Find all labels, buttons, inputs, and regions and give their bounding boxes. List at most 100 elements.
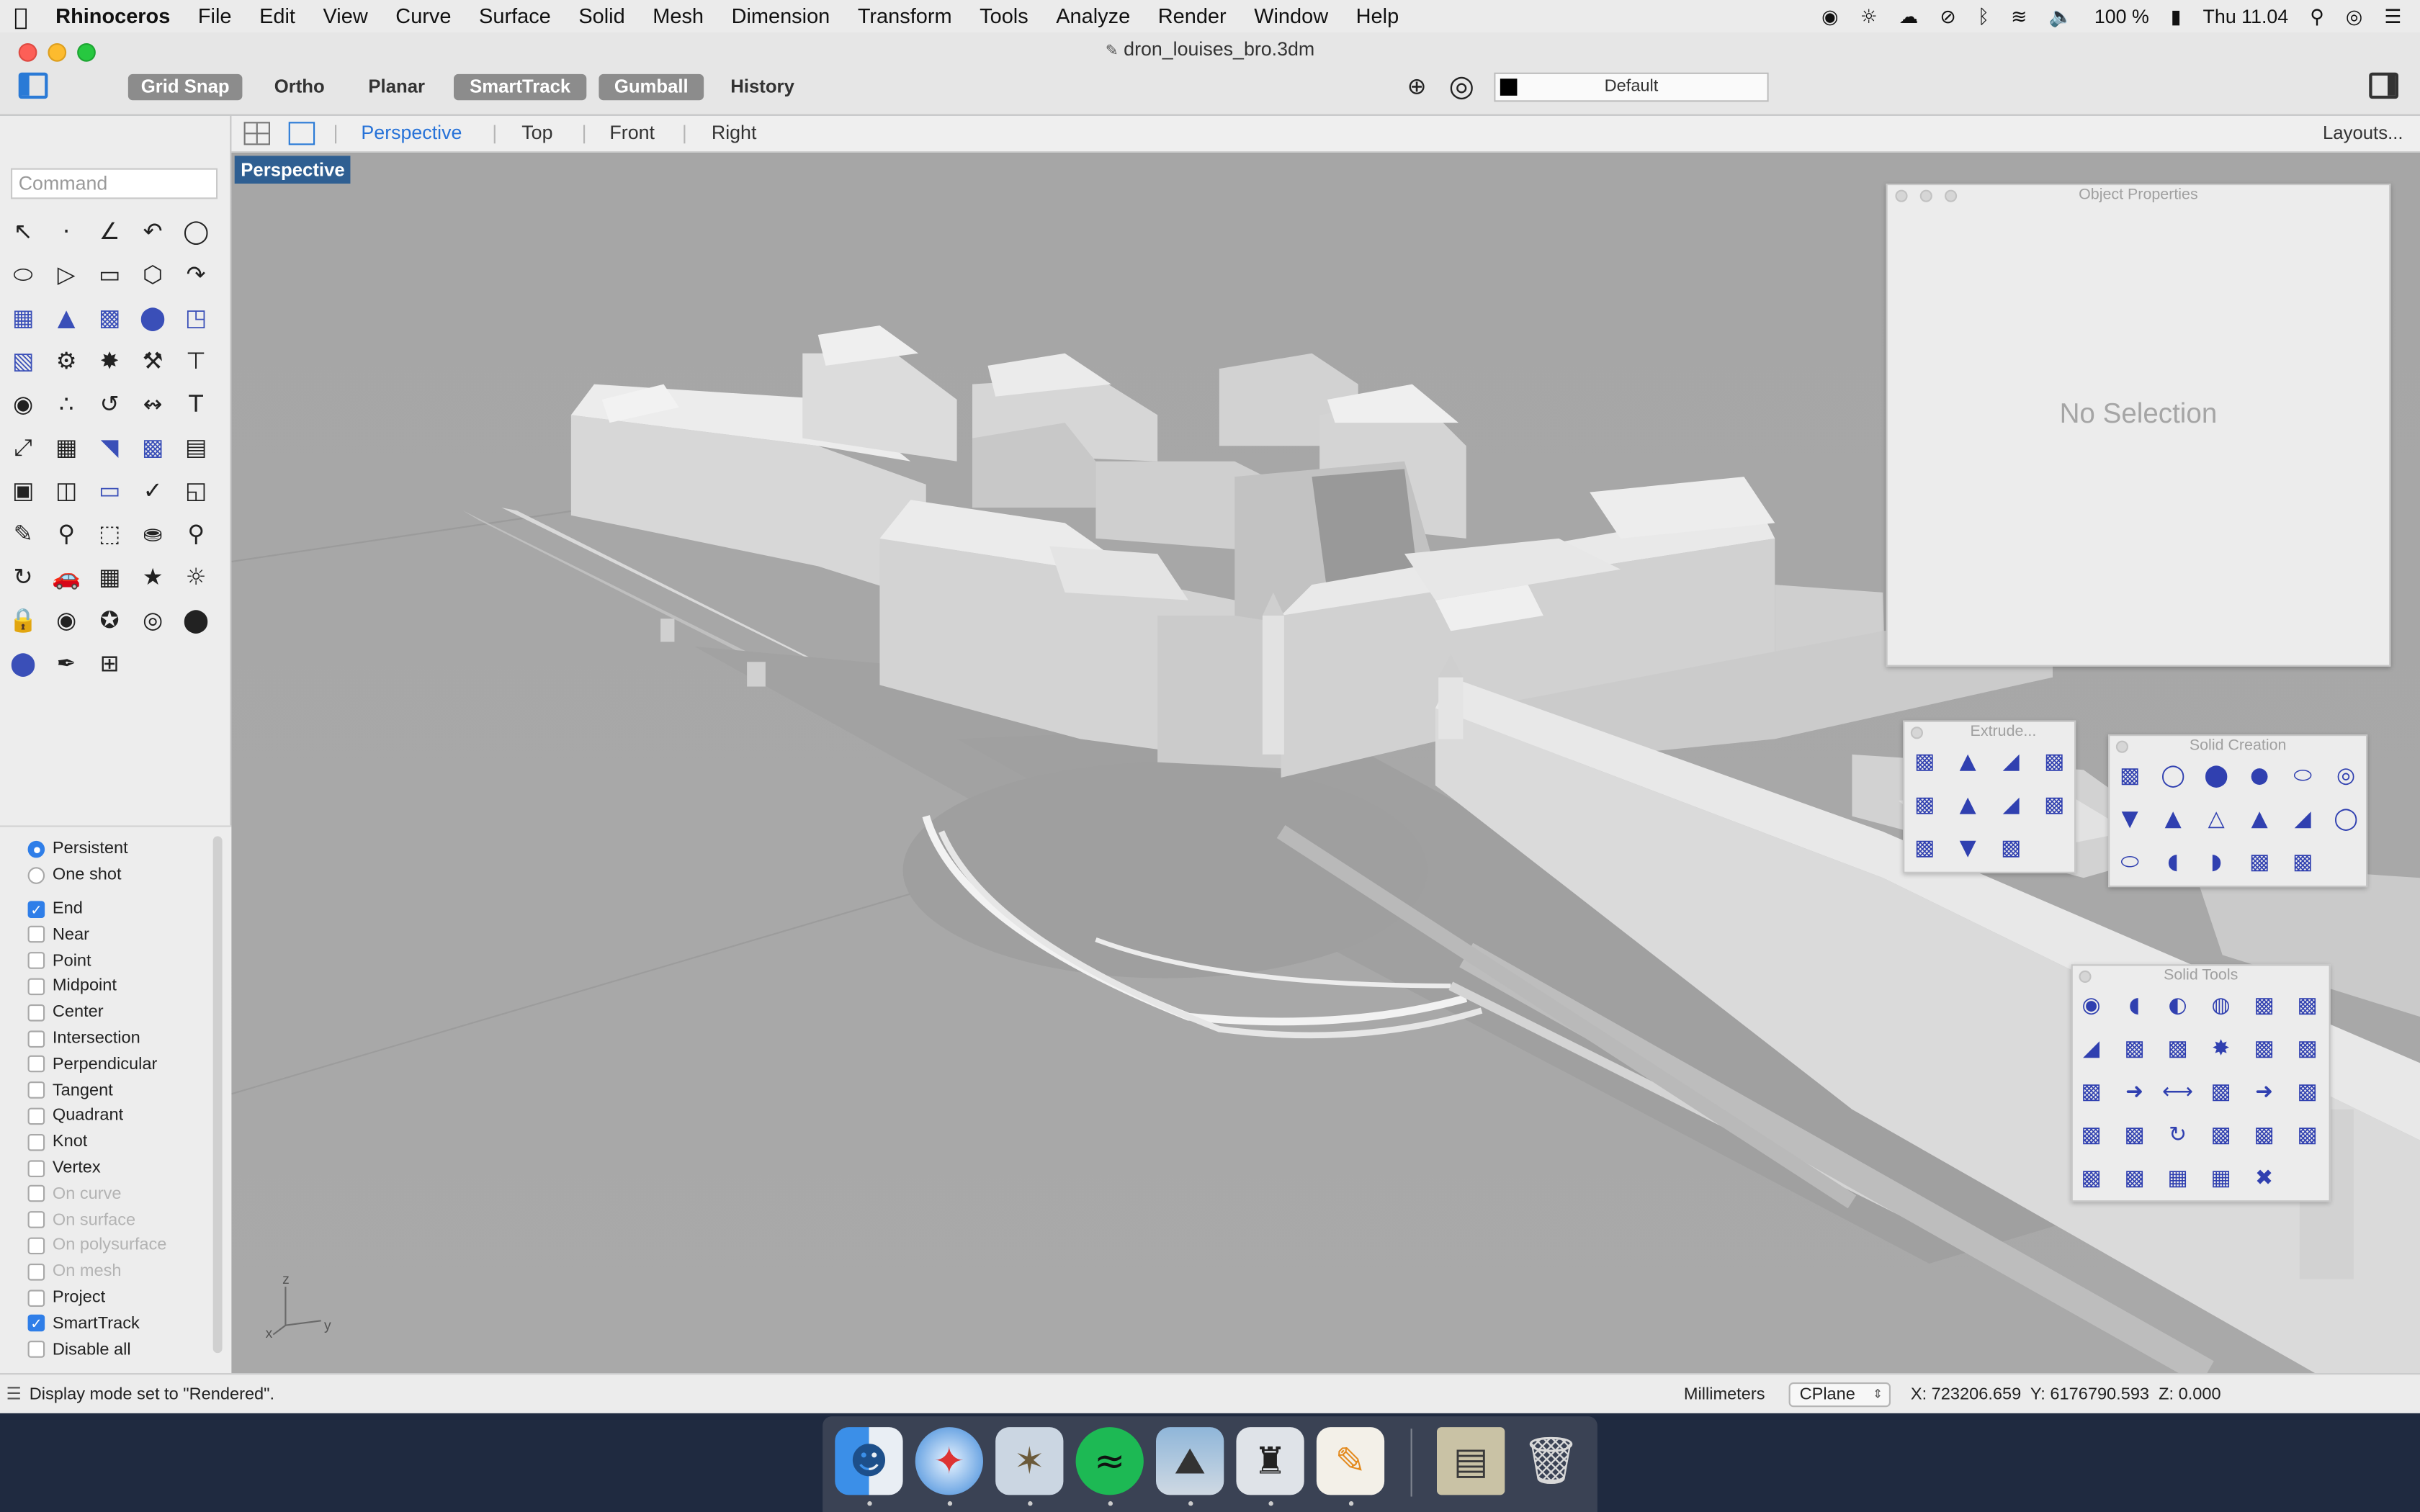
sphere-solid-icon[interactable]: ⬤ xyxy=(2200,759,2233,793)
cylinder-solid-icon[interactable]: ◯ xyxy=(2156,759,2190,793)
wedge-icon[interactable]: ◢ xyxy=(2286,802,2320,836)
radio-button[interactable] xyxy=(27,840,45,858)
text-icon[interactable]: T xyxy=(177,386,214,423)
move-face-icon[interactable]: ▩ xyxy=(2247,1032,2281,1066)
cplane-selector[interactable]: CPlane ⇕ xyxy=(1788,1382,1891,1408)
dictation-icon[interactable]: ◉ xyxy=(1821,4,1838,27)
remove-hole-icon[interactable]: ▩ xyxy=(2204,1119,2238,1153)
car-icon[interactable]: 🚗 xyxy=(48,559,84,595)
command-history-icon[interactable]: ☰ xyxy=(6,1384,22,1404)
menu-curve[interactable]: Curve xyxy=(382,4,465,27)
panel-zoom-button[interactable] xyxy=(1945,189,1958,202)
finder-icon[interactable]: ☻ xyxy=(835,1427,903,1495)
notification-center-icon[interactable]: ☰ xyxy=(2384,4,2401,27)
panel-close-button[interactable] xyxy=(2115,740,2128,753)
checkbox[interactable] xyxy=(27,1004,45,1021)
scale-icon[interactable]: ⤢ xyxy=(4,429,41,466)
polygon-tool-icon[interactable]: ▷ xyxy=(48,256,84,293)
rotate-hole-icon[interactable]: ▩ xyxy=(2118,1162,2151,1196)
menu-analyze[interactable]: Analyze xyxy=(1042,4,1144,27)
slab-tool-icon[interactable]: ▩ xyxy=(2074,1076,2108,1110)
osnap-end[interactable]: ✓ End xyxy=(27,896,83,921)
boolean-split-icon[interactable]: ◍ xyxy=(2204,989,2238,1023)
viewport-title-label[interactable]: Perspective xyxy=(234,156,351,184)
checkbox[interactable] xyxy=(27,952,45,969)
osnap-mode-persistent[interactable]: Persistent xyxy=(27,836,128,860)
search-icon[interactable]: ⚲ xyxy=(177,516,214,552)
menu-solid[interactable]: Solid xyxy=(565,4,639,27)
sidebar-toggle-right-icon[interactable] xyxy=(2369,72,2398,99)
osnap-mode-one-shot[interactable]: One shot xyxy=(27,863,122,887)
pages-icon[interactable]: ✎ xyxy=(1316,1427,1385,1495)
move-edge-icon[interactable]: ▩ xyxy=(2290,1032,2324,1066)
rhinoceros-icon[interactable]: ♜ xyxy=(1236,1427,1304,1495)
light-icon[interactable]: ☼ xyxy=(177,559,214,595)
create-solid-icon[interactable]: ▩ xyxy=(2074,1119,2108,1153)
menu-surface[interactable]: Surface xyxy=(465,4,565,27)
curve-icon[interactable]: ↶ xyxy=(134,213,171,250)
extrude-curve-solid-icon[interactable]: ▩ xyxy=(2038,788,2071,822)
slab-icon[interactable]: ▩ xyxy=(2286,845,2320,879)
fillet-curve-icon[interactable]: ↷ xyxy=(177,256,214,293)
ortho-button[interactable]: Ortho xyxy=(262,74,336,100)
menu-file[interactable]: File xyxy=(184,4,246,27)
group-icon[interactable]: ∴ xyxy=(48,386,84,423)
extrude-icon[interactable]: ▲ xyxy=(48,300,84,336)
osnap-knot[interactable]: Knot xyxy=(27,1130,87,1154)
ellipsoid-icon[interactable]: ● xyxy=(2243,759,2277,793)
menu-app-name[interactable]: Rhinoceros xyxy=(42,4,184,27)
dimension-icon[interactable]: ★ xyxy=(134,559,171,595)
boolean-union-icon[interactable]: ◉ xyxy=(4,386,41,423)
explode-faces-icon[interactable]: ✸ xyxy=(2204,1032,2238,1066)
array-icon[interactable]: ▦ xyxy=(48,429,84,466)
layer-selector[interactable]: Default xyxy=(1494,72,1769,102)
terrain-icon[interactable]: ▦ xyxy=(91,559,127,595)
cone-icon[interactable]: ▲ xyxy=(2156,802,2190,836)
menu-tools[interactable]: Tools xyxy=(966,4,1042,27)
extrude-face-icon[interactable]: ▩ xyxy=(2204,1076,2238,1110)
lock-icon[interactable]: 🔒 xyxy=(4,602,41,639)
checkbox[interactable] xyxy=(27,1289,45,1306)
zoom-window-icon[interactable]: ⬚ xyxy=(91,516,127,552)
cap-icon[interactable]: ▩ xyxy=(2247,989,2281,1023)
rectangle-icon[interactable]: ▭ xyxy=(91,256,127,293)
siri-icon[interactable]: ◎ xyxy=(2346,4,2362,27)
trash-icon[interactable]: 🗑 xyxy=(1517,1427,1585,1495)
select-arrow-icon[interactable]: ↖ xyxy=(4,213,41,250)
ellipse-icon[interactable]: ⬭ xyxy=(4,256,41,293)
object-properties-titlebar[interactable]: Object Properties xyxy=(1888,185,2389,205)
pen-tool-icon[interactable]: ✒ xyxy=(48,645,84,682)
object-snap-icon[interactable]: ◎ xyxy=(1445,69,1479,103)
command-input[interactable]: Command xyxy=(11,168,218,199)
checkbox[interactable] xyxy=(27,1341,45,1358)
tee-icon[interactable]: ⊤ xyxy=(177,343,214,379)
merge-faces-icon[interactable]: ▩ xyxy=(2161,1032,2195,1066)
layer-icon[interactable]: ▭ xyxy=(91,472,127,509)
history-button[interactable]: History xyxy=(722,74,802,100)
box-icon[interactable]: ▩ xyxy=(2113,759,2147,793)
volume-icon[interactable]: 🔈 xyxy=(2048,4,2072,28)
osnap-intersection[interactable]: Intersection xyxy=(27,1026,140,1050)
surface-icon[interactable]: ▦ xyxy=(4,300,41,336)
menu-mesh[interactable]: Mesh xyxy=(639,4,717,27)
check-icon[interactable]: ✓ xyxy=(134,472,171,509)
checkbox[interactable] xyxy=(27,978,45,995)
menu-edit[interactable]: Edit xyxy=(246,4,309,27)
distribute-icon[interactable]: ◫ xyxy=(48,472,84,509)
zoom-icon[interactable]: ⚲ xyxy=(48,516,84,552)
osnap-smarttrack[interactable]: ✓ SmartTrack xyxy=(27,1311,140,1336)
cloud-icon[interactable]: ☁ xyxy=(1899,4,1919,27)
osnap-disable-all[interactable]: Disable all xyxy=(27,1337,131,1362)
preview-icon[interactable]: ✶ xyxy=(995,1427,1064,1495)
polyline-icon[interactable]: ∠ xyxy=(91,213,127,250)
shell-icon[interactable]: ▩ xyxy=(2290,989,2324,1023)
checkbox[interactable] xyxy=(27,1056,45,1073)
move-hole-icon[interactable]: ➜ xyxy=(2247,1076,2281,1110)
pipe-icon[interactable]: ◖ xyxy=(2156,845,2190,879)
checkbox[interactable] xyxy=(27,1159,45,1176)
solid-tools-titlebar[interactable]: Solid Tools xyxy=(2073,966,2329,986)
wifi-icon[interactable]: ≋ xyxy=(2011,4,2027,27)
extract-surface-icon[interactable]: ▩ xyxy=(2118,1032,2151,1066)
bluetooth-icon[interactable]: ᛒ xyxy=(1978,4,1989,27)
cylinder-tool-icon[interactable]: ▩ xyxy=(2247,1119,2281,1153)
